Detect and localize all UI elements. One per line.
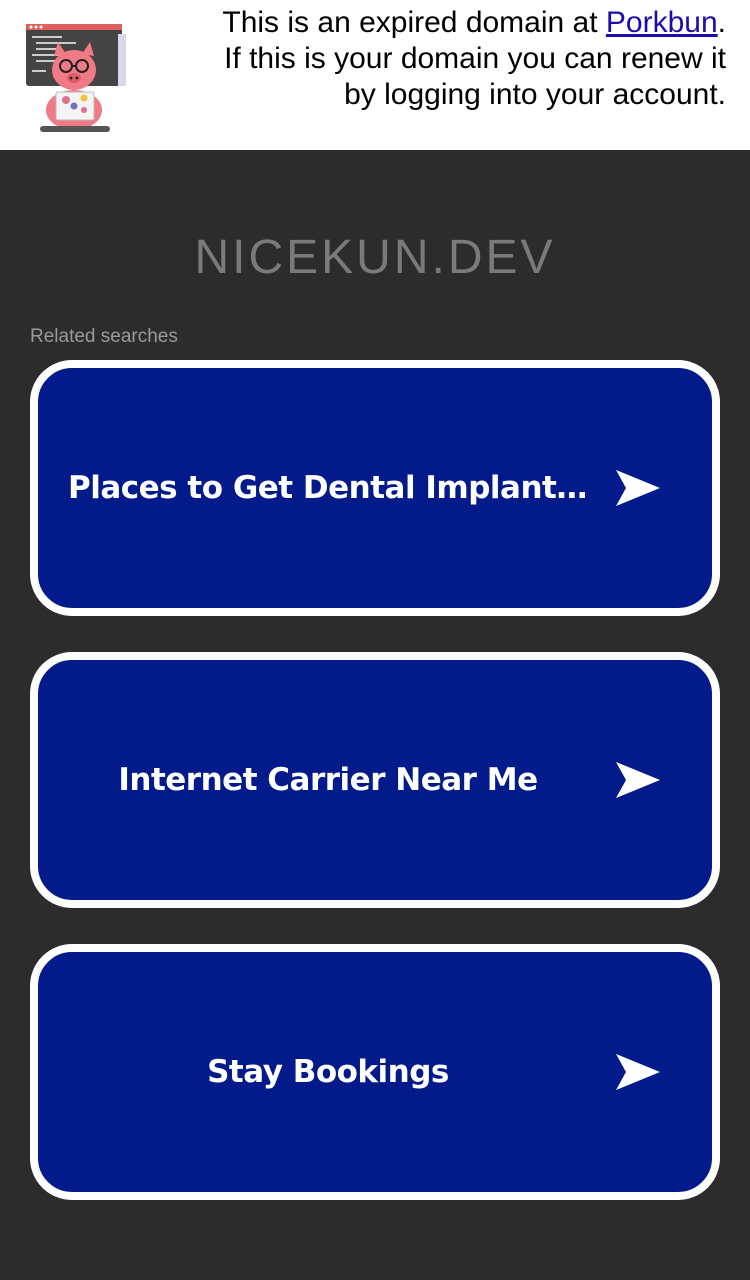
related-search-card[interactable]: Stay Bookings — [30, 944, 720, 1200]
banner-text-before: This is an expired domain at — [222, 6, 606, 39]
arrow-right-icon — [616, 762, 660, 798]
arrow-right-icon — [616, 1054, 660, 1090]
porkbun-link[interactable]: Porkbun — [606, 6, 718, 39]
related-search-label: Places to Get Dental Implants Ne... — [68, 470, 588, 506]
expired-domain-banner: This is an expired domain at Porkbun. If… — [0, 0, 750, 150]
related-searches-label: Related searches — [30, 326, 178, 347]
related-search-label: Internet Carrier Near Me — [118, 762, 538, 798]
porkbun-logo-icon — [26, 24, 126, 132]
expired-domain-message: This is an expired domain at Porkbun. If… — [206, 5, 726, 113]
related-search-card[interactable]: Places to Get Dental Implants Ne... — [30, 360, 720, 616]
related-search-card[interactable]: Internet Carrier Near Me — [30, 652, 720, 908]
arrow-right-icon — [616, 470, 660, 506]
related-search-label: Stay Bookings — [207, 1054, 449, 1090]
domain-name-title: NICEKUN.DEV — [194, 231, 556, 284]
